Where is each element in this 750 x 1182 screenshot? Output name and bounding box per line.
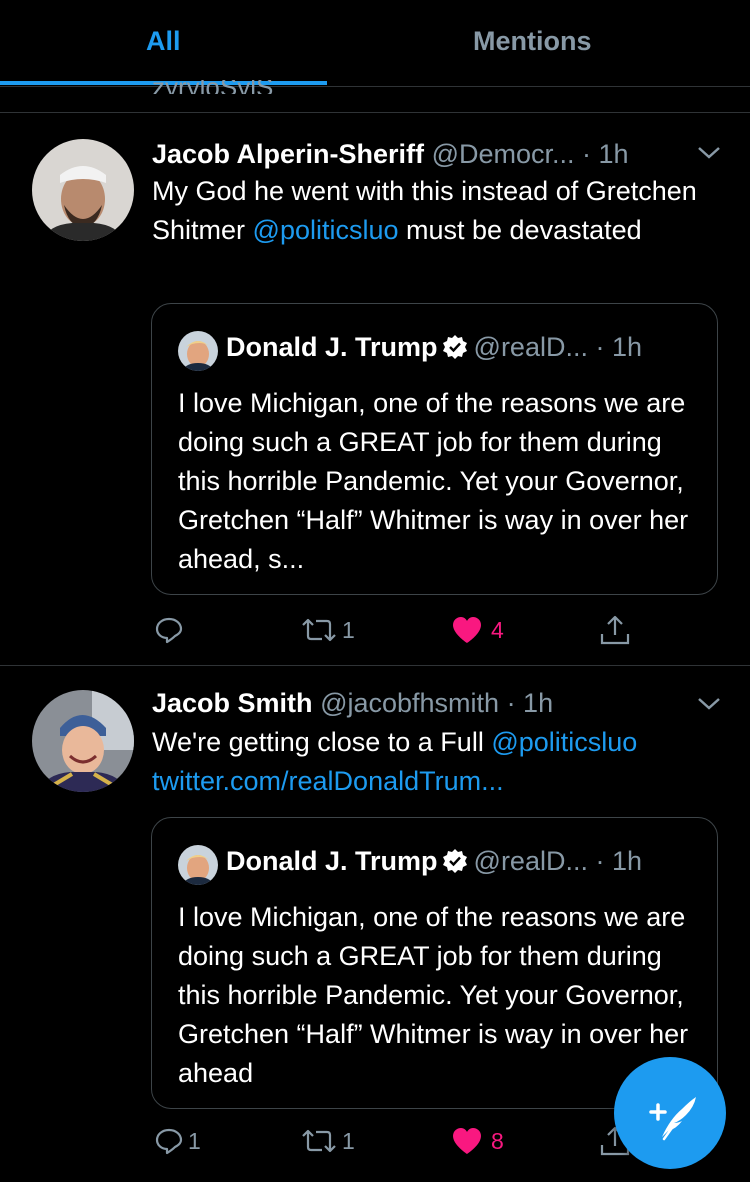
tab-mentions[interactable]: Mentions bbox=[473, 26, 592, 57]
quoted-text: I love Michigan, one of the reasons we a… bbox=[178, 388, 689, 574]
compose-tweet-button[interactable] bbox=[614, 1057, 726, 1169]
retweet-button[interactable]: 1 bbox=[300, 610, 355, 650]
tweet-text-part: We're getting close to a Full bbox=[152, 727, 492, 757]
previous-tweet-cut-text: zyryloSylS bbox=[152, 80, 273, 94]
quoted-tweet[interactable]: Donald J. Trump @realD... · 1h I love Mic… bbox=[151, 303, 718, 595]
quoted-author-handle: @realD... bbox=[473, 332, 588, 362]
tweet-actions: 1 4 bbox=[0, 610, 750, 650]
chevron-down-icon[interactable] bbox=[696, 145, 722, 161]
compose-tweet-icon bbox=[614, 1097, 726, 1173]
heart-icon bbox=[451, 615, 483, 645]
quoted-avatar bbox=[178, 331, 218, 371]
tweet-text: We're getting close to a Full @politicsl… bbox=[152, 723, 732, 801]
author-name[interactable]: Jacob Alperin-Sheriff bbox=[152, 139, 424, 169]
retweet-count: 1 bbox=[342, 1127, 355, 1154]
avatar[interactable] bbox=[32, 690, 134, 792]
author-name[interactable]: Jacob Smith bbox=[152, 688, 313, 718]
share-icon bbox=[598, 614, 632, 646]
notification-tabs: All Mentions bbox=[0, 0, 750, 87]
tweet-time: · 1h bbox=[582, 139, 629, 169]
quoted-time: · 1h bbox=[595, 332, 643, 362]
retweet-count: 1 bbox=[342, 616, 355, 643]
reply-button[interactable]: 1 bbox=[154, 1121, 201, 1161]
share-button[interactable] bbox=[598, 610, 632, 650]
url-link[interactable]: twitter.com/realDonaldTrum... bbox=[152, 766, 504, 796]
like-count: 4 bbox=[491, 616, 504, 643]
reply-count: 1 bbox=[188, 1127, 201, 1154]
author-handle: @Democr... bbox=[431, 139, 575, 169]
quoted-author-handle: @realD... bbox=[473, 846, 588, 876]
retweet-icon bbox=[300, 1126, 338, 1156]
retweet-button[interactable]: 1 bbox=[300, 1121, 355, 1161]
quoted-avatar bbox=[178, 845, 218, 885]
verified-badge-icon bbox=[442, 334, 468, 360]
retweet-icon bbox=[300, 615, 338, 645]
mention-link[interactable]: @politicsluo bbox=[253, 215, 399, 245]
like-button[interactable]: 8 bbox=[451, 1121, 504, 1161]
mention-link[interactable]: @politicsluo bbox=[491, 727, 637, 757]
tweet[interactable]: Jacob Alperin-Sheriff @Democr... · 1h My… bbox=[0, 113, 750, 665]
tweet-text-part: must be devastated bbox=[398, 215, 642, 245]
verified-badge-icon bbox=[442, 848, 468, 874]
tweet-text: My God he went with this instead of Gret… bbox=[152, 172, 722, 250]
author-handle: @jacobfhsmith bbox=[320, 688, 500, 718]
quoted-author-name: Donald J. Trump bbox=[226, 846, 438, 876]
tweet-time: · 1h bbox=[506, 688, 554, 718]
avatar[interactable] bbox=[32, 139, 134, 241]
reply-button[interactable] bbox=[154, 610, 188, 650]
like-count: 8 bbox=[491, 1127, 504, 1154]
chevron-down-icon[interactable] bbox=[696, 696, 722, 712]
quoted-author-name: Donald J. Trump bbox=[226, 332, 438, 362]
reply-icon bbox=[154, 1126, 184, 1156]
like-button[interactable]: 4 bbox=[451, 610, 504, 650]
heart-icon bbox=[451, 1126, 483, 1156]
reply-icon bbox=[154, 615, 184, 645]
quoted-time: · 1h bbox=[595, 846, 643, 876]
tab-all[interactable]: All bbox=[146, 26, 181, 57]
